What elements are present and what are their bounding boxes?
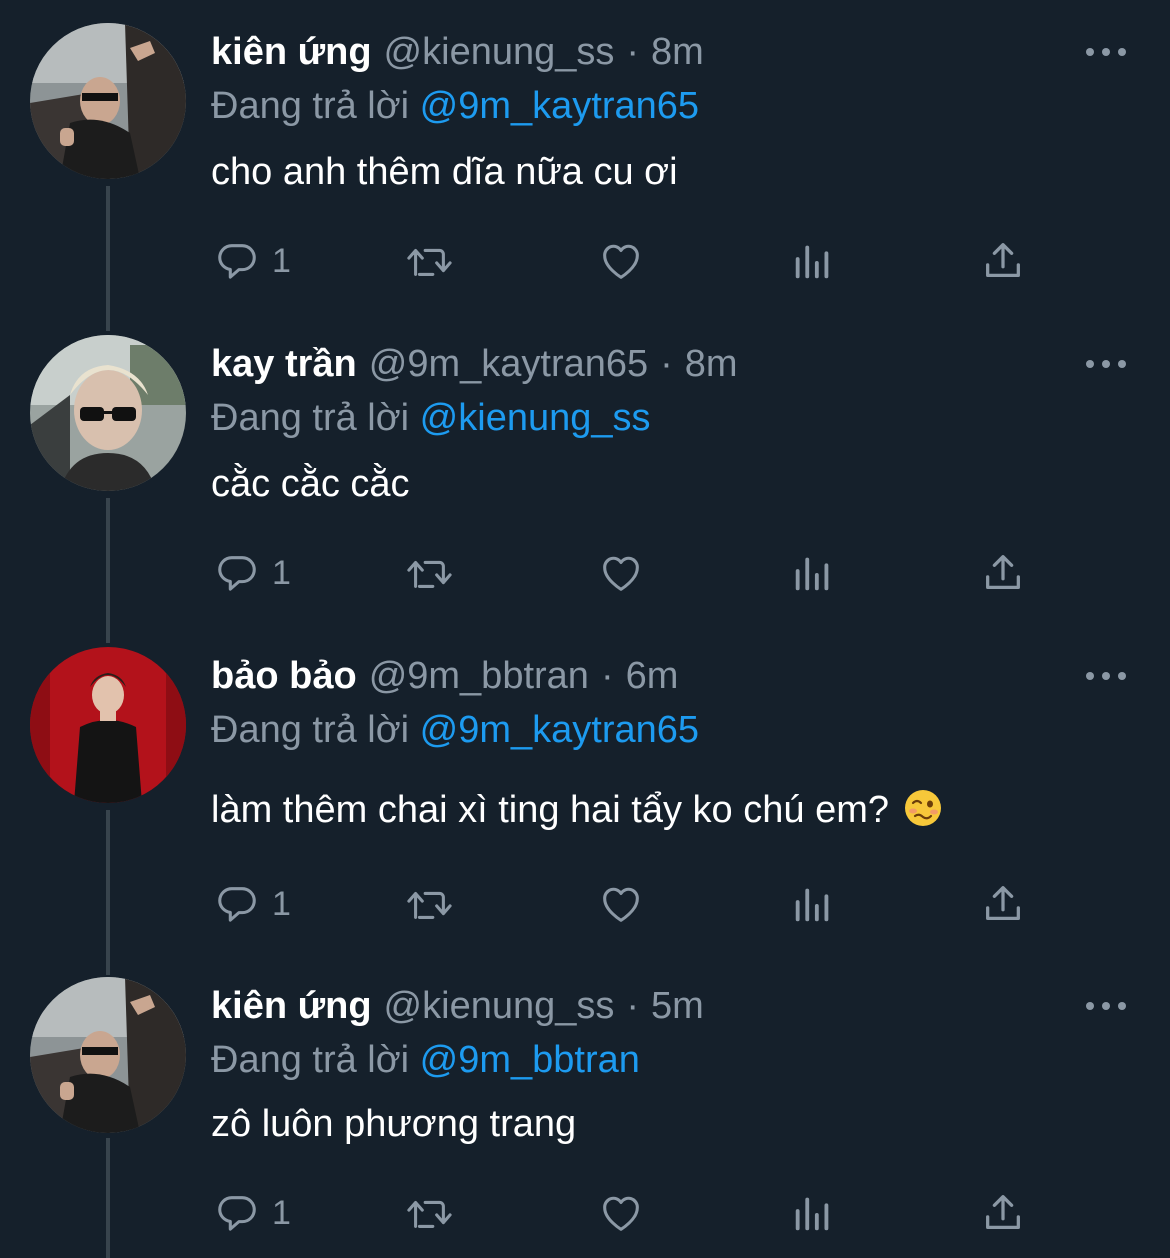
user-handle[interactable]: @kienung_ss <box>384 27 615 77</box>
user-handle[interactable]: @9m_bbtran <box>369 651 589 701</box>
views-icon <box>795 557 829 591</box>
tweet-actions: 1 <box>0 1188 1170 1238</box>
timestamp[interactable]: 8m <box>685 339 738 389</box>
replying-to-label: Đang trả lời <box>211 397 410 439</box>
replying-to-handle[interactable]: @9m_bbtran <box>420 1039 640 1081</box>
timestamp[interactable]: 8m <box>651 27 704 77</box>
tweet[interactable]: kiên ứng @kienung_ss · 8m Đang trả lời @… <box>0 23 1170 313</box>
tweet-text: làm thêm chai xì ting hai tẩy ko chú em? <box>211 789 889 831</box>
tweet-header: bảo bảo @9m_bbtran · 6m <box>211 651 678 701</box>
timestamp[interactable]: 6m <box>626 651 679 701</box>
views-icon <box>795 245 829 279</box>
views-button[interactable] <box>791 1188 835 1238</box>
tweet[interactable]: bảo bảo @9m_bbtran · 6m Đang trả lời @9m… <box>0 647 1170 957</box>
tweet-body: làm thêm chai xì ting hai tẩy ko chú em? <box>211 785 943 835</box>
replying-to: Đang trả lời @9m_kaytran65 <box>211 705 699 755</box>
more-options-icon[interactable] <box>1086 999 1126 1013</box>
reply-count: 1 <box>272 242 291 280</box>
tweet[interactable]: kiên ứng @kienung_ss · 5m Đang trả lời @… <box>0 977 1170 1258</box>
reply-button[interactable]: 1 <box>214 1188 291 1238</box>
separator-dot: · <box>626 31 640 73</box>
replying-to: Đang trả lời @9m_bbtran <box>211 1035 640 1085</box>
like-button[interactable] <box>598 236 644 286</box>
replying-to-handle[interactable]: @9m_kaytran65 <box>420 709 699 751</box>
display-name[interactable]: kiên ứng <box>211 27 372 77</box>
more-options-icon[interactable] <box>1086 45 1126 59</box>
share-icon <box>986 555 1020 590</box>
share-button[interactable] <box>980 236 1026 286</box>
replying-to-label: Đang trả lời <box>211 1039 410 1081</box>
share-icon <box>986 886 1020 921</box>
reply-icon <box>218 887 256 922</box>
tweet-actions: 1 <box>0 879 1170 929</box>
like-icon <box>603 1196 639 1231</box>
separator-dot: · <box>626 985 640 1027</box>
share-button[interactable] <box>980 1188 1026 1238</box>
timestamp[interactable]: 5m <box>651 981 704 1031</box>
tweet-actions: 1 <box>0 236 1170 286</box>
display-name[interactable]: bảo bảo <box>211 651 357 701</box>
replying-to: Đang trả lời @kienung_ss <box>211 393 651 443</box>
share-button[interactable] <box>980 879 1026 929</box>
share-icon <box>986 1195 1020 1230</box>
tweet-header: kiên ứng @kienung_ss · 5m <box>211 981 704 1031</box>
like-icon <box>603 887 639 922</box>
share-button[interactable] <box>980 548 1026 598</box>
reply-icon <box>218 556 256 591</box>
like-button[interactable] <box>598 548 644 598</box>
tweet-header: kiên ứng @kienung_ss · 8m <box>211 27 704 77</box>
user-handle[interactable]: @9m_kaytran65 <box>369 339 648 389</box>
reply-button[interactable]: 1 <box>214 548 291 598</box>
tweet-header: kay trần @9m_kaytran65 · 8m <box>211 339 738 389</box>
reply-count: 1 <box>272 554 291 592</box>
reply-icon <box>218 1196 256 1231</box>
retweet-button[interactable] <box>404 548 454 598</box>
user-handle[interactable]: @kienung_ss <box>384 981 615 1031</box>
reply-icon <box>218 244 256 279</box>
more-options-icon[interactable] <box>1086 357 1126 371</box>
reply-count: 1 <box>272 885 291 923</box>
retweet-button[interactable] <box>404 1188 454 1238</box>
tweet[interactable]: kay trần @9m_kaytran65 · 8m Đang trả lời… <box>0 335 1170 625</box>
retweet-button[interactable] <box>404 236 454 286</box>
views-icon <box>795 888 829 922</box>
views-button[interactable] <box>791 879 835 929</box>
avatar[interactable] <box>30 647 186 803</box>
reply-button[interactable]: 1 <box>214 879 291 929</box>
replying-to-handle[interactable]: @kienung_ss <box>420 397 651 439</box>
avatar[interactable] <box>30 977 186 1133</box>
separator-dot: · <box>600 655 614 697</box>
like-button[interactable] <box>598 879 644 929</box>
like-icon <box>603 244 639 279</box>
tweet-text: zô luôn phương trang <box>211 1103 577 1145</box>
avatar[interactable] <box>30 335 186 491</box>
reply-button[interactable]: 1 <box>214 236 291 286</box>
tweet-actions: 1 <box>0 548 1170 598</box>
retweet-icon <box>407 560 452 588</box>
avatar[interactable] <box>30 23 186 179</box>
retweet-button[interactable] <box>404 879 454 929</box>
retweet-icon <box>407 891 452 919</box>
woozy-face-emoji <box>905 790 941 826</box>
more-options-icon[interactable] <box>1086 669 1126 683</box>
tweet-text: cho anh thêm dĩa nữa cu ơi <box>211 151 678 193</box>
display-name[interactable]: kiên ứng <box>211 981 372 1031</box>
reply-count: 1 <box>272 1194 291 1232</box>
views-button[interactable] <box>791 548 835 598</box>
replying-to: Đang trả lời @9m_kaytran65 <box>211 81 699 131</box>
views-button[interactable] <box>791 236 835 286</box>
retweet-icon <box>407 248 452 276</box>
views-icon <box>795 1197 829 1231</box>
replying-to-label: Đang trả lời <box>211 709 410 751</box>
share-icon <box>986 243 1020 278</box>
retweet-icon <box>407 1200 452 1228</box>
separator-dot: · <box>660 343 673 385</box>
replying-to-handle[interactable]: @9m_kaytran65 <box>420 85 699 127</box>
display-name[interactable]: kay trần <box>211 339 357 389</box>
like-button[interactable] <box>598 1188 644 1238</box>
like-icon <box>603 556 639 591</box>
replying-to-label: Đang trả lời <box>211 85 410 127</box>
tweet-text: cằc cằc cằc <box>211 463 410 505</box>
